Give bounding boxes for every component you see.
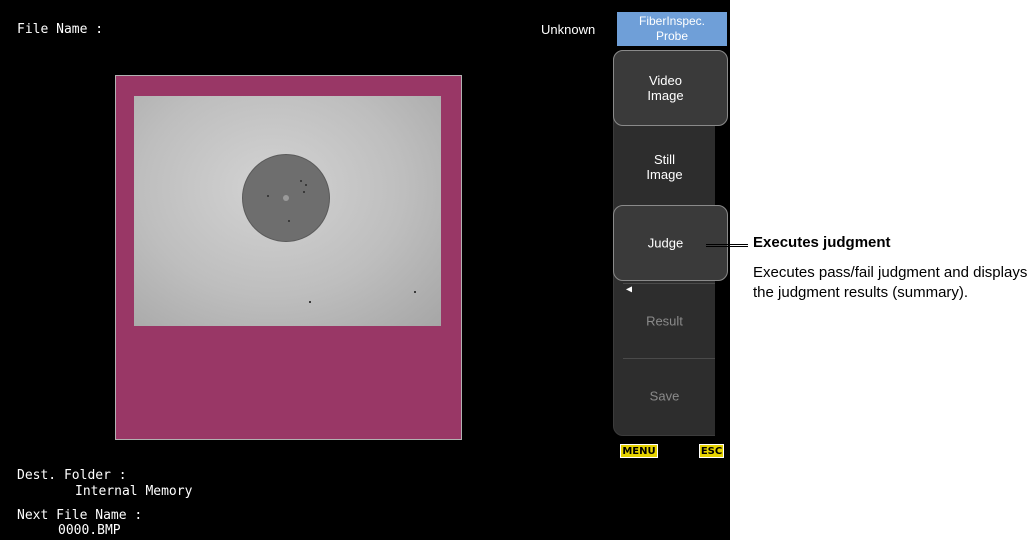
video-image-button[interactable]: Video Image <box>613 50 728 126</box>
menu-key[interactable]: MENU <box>620 444 658 458</box>
dest-folder-label: Dest. Folder : <box>17 468 127 483</box>
next-file-name-label: Next File Name : <box>17 508 143 523</box>
callout-leader-line <box>706 244 748 247</box>
fiber-end-face-image <box>134 96 441 326</box>
image-display-frame <box>115 75 462 440</box>
defect-speck <box>288 220 290 222</box>
dest-folder-value: Internal Memory <box>75 484 193 499</box>
result-button[interactable]: Result <box>613 283 728 359</box>
mode-indicator: FiberInspec. Probe <box>617 12 727 46</box>
defect-speck <box>414 291 416 293</box>
still-image-button[interactable]: Still Image <box>613 129 728 205</box>
save-button[interactable]: Save <box>613 358 728 434</box>
file-name-label: File Name : <box>17 22 104 37</box>
defect-speck <box>303 191 305 193</box>
callout-description: Executes pass/fail judgment and displays… <box>753 264 1028 301</box>
next-file-name-value: 0000.BMP <box>58 523 121 538</box>
mode-indicator-line2: Probe <box>655 29 689 43</box>
defect-speck <box>305 184 307 186</box>
judge-button[interactable]: Judge <box>613 205 728 281</box>
still-image-label: Still Image <box>613 152 716 182</box>
still-image-label-line2: Image <box>646 167 683 182</box>
softkey-menu: Video Image Still Image Judge ◀ Result S… <box>613 50 730 436</box>
video-image-label: Video Image <box>614 73 717 103</box>
fiber-core <box>242 154 330 242</box>
video-image-label-line1: Video <box>648 73 682 88</box>
defect-speck <box>267 195 269 197</box>
judge-label: Judge <box>647 235 684 251</box>
core-center <box>283 195 289 201</box>
still-image-label-line1: Still <box>654 152 675 167</box>
instrument-screen: File Name : Unknown FiberInspec. Probe D… <box>0 0 730 540</box>
defect-speck <box>309 301 311 303</box>
result-label: Result <box>646 313 683 329</box>
callout-title: Executes judgment <box>753 234 891 251</box>
mode-indicator-line1: FiberInspec. <box>638 14 706 28</box>
save-label: Save <box>649 388 680 404</box>
esc-key[interactable]: ESC <box>699 444 724 458</box>
video-image-label-line2: Image <box>647 88 684 103</box>
file-name-value: Unknown <box>541 22 596 37</box>
defect-speck <box>300 180 302 182</box>
